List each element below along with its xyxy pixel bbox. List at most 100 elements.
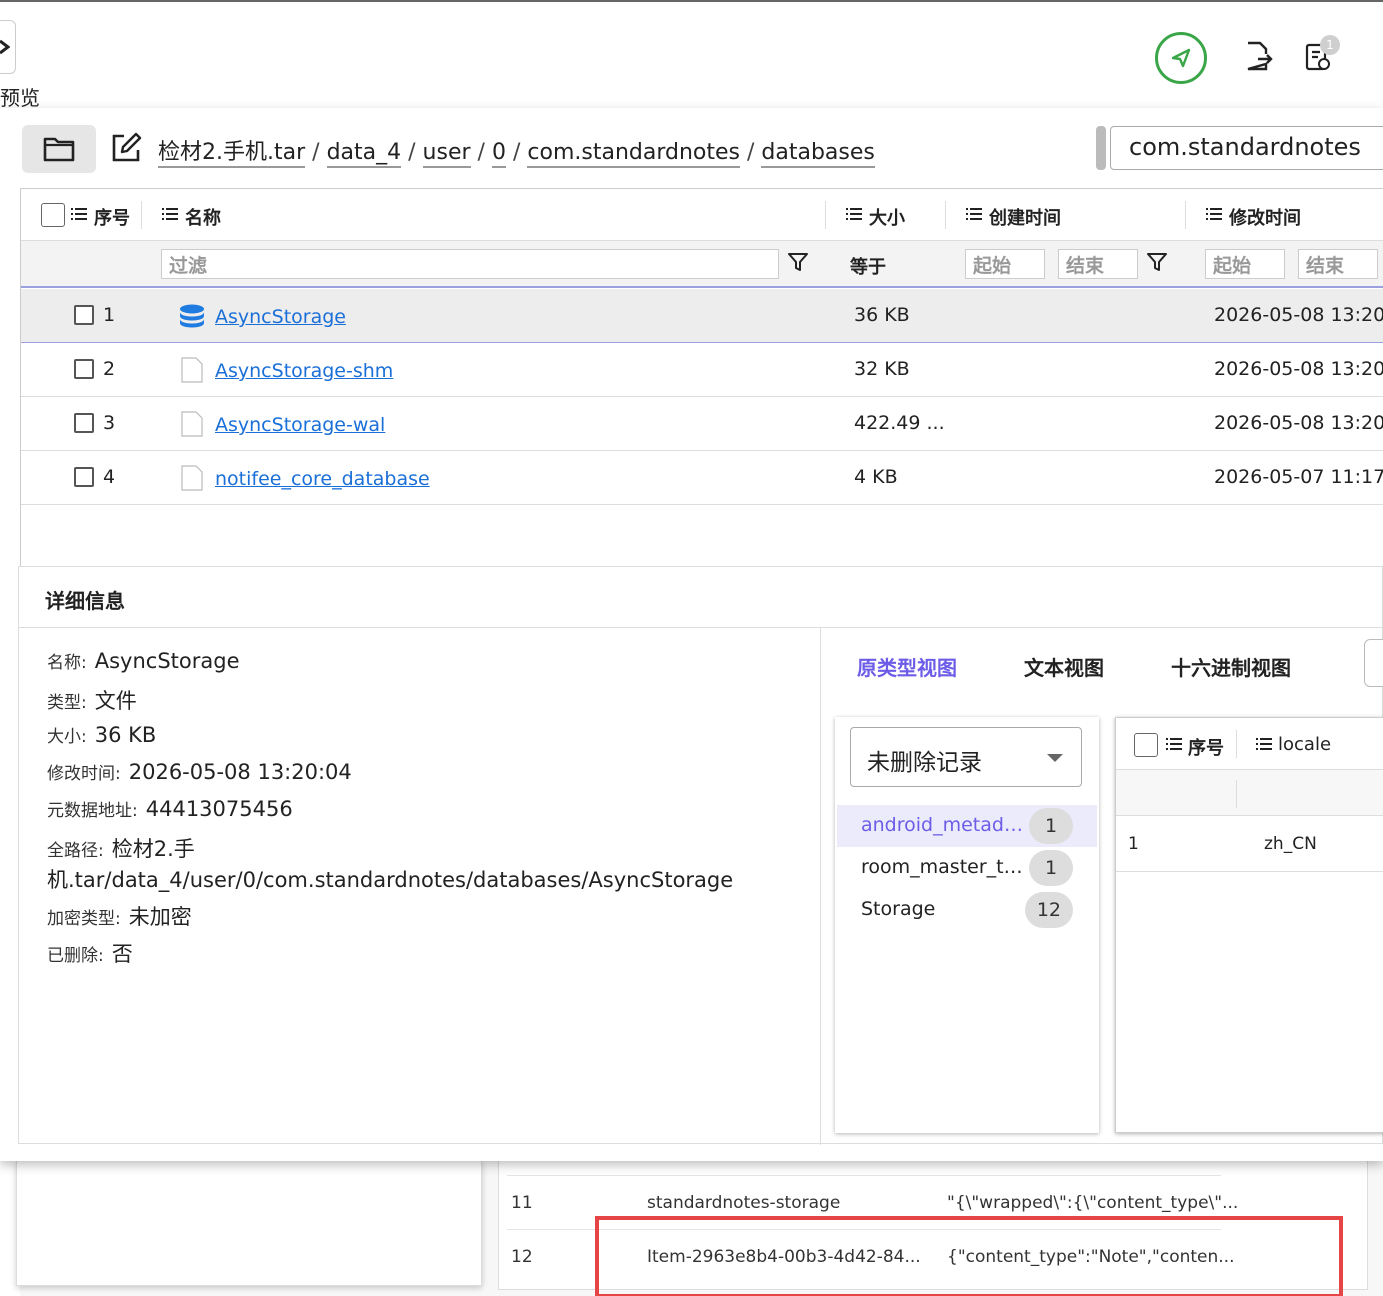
tab-hex-view[interactable]: 十六进制视图 — [1171, 652, 1291, 681]
column-header-created[interactable]: 创建时间 — [989, 204, 1061, 230]
table-list: 未删除记录 android_metada... 1 room_master_ta… — [835, 717, 1099, 1133]
file-name-link[interactable]: notifee_core_database — [215, 468, 430, 490]
created-start-input[interactable]: 起始 — [965, 249, 1045, 279]
table-row[interactable]: 3 AsyncStorage-wal 422.49 ... 2026-05-08… — [21, 397, 1383, 451]
chevron-down-icon — [1047, 754, 1063, 762]
pin-button[interactable] — [1155, 32, 1207, 84]
column-header-locale[interactable]: locale — [1278, 734, 1331, 755]
file-icon — [181, 465, 203, 491]
preview-button[interactable] — [0, 20, 16, 74]
details-panel: 详细信息 名称: AsyncStorage 类型: 文件 大小: 36 KB 修改时间… — [18, 566, 1383, 1145]
file-name-link[interactable]: AsyncStorage-shm — [215, 360, 393, 382]
eye-icon — [0, 39, 10, 55]
row-checkbox[interactable] — [74, 359, 94, 379]
table-header: 序号 名称 大小 创建时间 修改时间 — [21, 189, 1383, 241]
file-name-link[interactable]: AsyncStorage — [215, 306, 346, 328]
table-list-item[interactable]: android_metada... 1 — [837, 805, 1097, 847]
info-size: 大小: 36 KB — [47, 723, 157, 747]
column-menu-icon[interactable] — [966, 207, 982, 221]
info-mtime: 修改时间: 2026-05-08 13:20:04 — [47, 760, 352, 784]
row-checkbox[interactable] — [74, 413, 94, 433]
file-browser-panel: 检材2.手机.tar / data_4/user/0/com.standardnot… — [0, 108, 1383, 1161]
column-menu-icon[interactable] — [1166, 737, 1182, 751]
view-options-button[interactable] — [1364, 639, 1383, 687]
open-folder-button[interactable] — [22, 125, 96, 173]
edit-path-button[interactable] — [110, 132, 142, 164]
breadcrumb-item[interactable]: 检材2.手机.tar — [158, 140, 306, 168]
pin-icon — [1171, 48, 1191, 68]
tab-native-view[interactable]: 原类型视图 — [857, 652, 957, 681]
tab-text-view[interactable]: 文本视图 — [1024, 652, 1104, 681]
filter-icon[interactable] — [1145, 250, 1169, 274]
modified-start-input[interactable]: 起始 — [1205, 249, 1285, 279]
column-menu-icon[interactable] — [846, 207, 862, 221]
info-deleted: 已删除: 否 — [47, 942, 133, 966]
modified-end-input[interactable]: 结束 — [1298, 249, 1378, 279]
column-header-size[interactable]: 大小 — [869, 204, 905, 230]
column-menu-icon[interactable] — [1206, 207, 1222, 221]
file-icon — [181, 411, 203, 437]
table-row[interactable]: 1 AsyncStorage 36 KB 2026-05-08 13:20:0 — [21, 289, 1383, 343]
row-checkbox[interactable] — [74, 305, 94, 325]
filter-icon[interactable] — [786, 250, 810, 274]
table-row[interactable]: 1 zh_CN — [1116, 816, 1383, 872]
select-all-checkbox[interactable] — [41, 203, 65, 227]
count-badge: 12 — [1024, 892, 1073, 928]
table-list-item[interactable]: room_master_ta... 1 — [837, 847, 1097, 889]
count-badge: 1 — [1029, 850, 1073, 886]
notification-badge: 1 — [1320, 35, 1340, 55]
file-icon — [181, 357, 203, 383]
search-input[interactable]: com.standardnotes — [1110, 126, 1383, 170]
breadcrumb-item[interactable]: data_4 — [326, 140, 402, 168]
background-card — [16, 1160, 482, 1286]
column-header-index[interactable]: 序号 — [94, 204, 130, 230]
table-header: 序号 locale — [1116, 718, 1383, 770]
highlight-box — [595, 1216, 1343, 1296]
table-list-item[interactable]: Storage 12 — [837, 889, 1097, 931]
column-divider — [1236, 730, 1237, 758]
breadcrumb-item[interactable]: 0 — [491, 140, 506, 168]
column-menu-icon[interactable] — [1256, 737, 1272, 751]
info-path: 全路径: 检材2.手 — [47, 837, 195, 861]
record-table: 序号 locale 1 zh_CN — [1115, 717, 1383, 1133]
column-divider — [1185, 201, 1186, 229]
edit-icon — [112, 132, 142, 162]
select-all-checkbox[interactable] — [1134, 733, 1158, 757]
details-title: 详细信息 — [45, 589, 125, 613]
resize-handle[interactable] — [1096, 126, 1106, 170]
file-info: 名称: AsyncStorage 类型: 文件 大小: 36 KB 修改时间: 2026… — [19, 628, 821, 1145]
preview-label: 预览 — [0, 86, 40, 110]
column-divider — [825, 201, 826, 229]
breadcrumb-item[interactable]: com.standardnotes — [527, 140, 740, 168]
column-menu-icon[interactable] — [162, 207, 178, 221]
top-toolbar: 预览 1 — [0, 0, 1383, 110]
file-name-link[interactable]: AsyncStorage-wal — [215, 414, 385, 436]
table-row[interactable]: 2 AsyncStorage-shm 32 KB 2026-05-08 13:2… — [21, 343, 1383, 397]
size-operator[interactable]: 等于 — [850, 253, 886, 279]
database-icon — [180, 304, 204, 328]
table-row[interactable]: 4 notifee_core_database 4 KB 2026-05-07 … — [21, 451, 1383, 505]
created-end-input[interactable]: 结束 — [1058, 249, 1138, 279]
export-button[interactable] — [1240, 38, 1276, 74]
record-filter-select[interactable]: 未删除记录 — [850, 727, 1082, 787]
file-export-icon — [1247, 41, 1273, 71]
info-metadata-address: 元数据地址: 44413075456 — [47, 797, 293, 821]
column-header-modified[interactable]: 修改时间 — [1229, 204, 1301, 230]
info-encryption: 加密类型: 未加密 — [47, 905, 192, 929]
column-header-index[interactable]: 序号 — [1188, 734, 1224, 760]
folder-icon — [43, 137, 75, 162]
breadcrumb-item[interactable]: databases — [761, 140, 875, 168]
column-menu-icon[interactable] — [71, 207, 87, 221]
column-header-name[interactable]: 名称 — [185, 204, 221, 230]
info-type: 类型: 文件 — [47, 689, 137, 713]
breadcrumb-item[interactable]: user — [422, 140, 471, 168]
column-divider — [945, 201, 946, 229]
row-checkbox[interactable] — [74, 467, 94, 487]
column-divider — [141, 201, 142, 229]
info-path-cont: 机.tar/data_4/user/0/com.standardnotes/da… — [47, 868, 734, 892]
filter-row: 过滤 等于 起始 结束 起始 结束 — [21, 241, 1383, 288]
name-filter-input[interactable]: 过滤 — [161, 249, 779, 279]
breadcrumb: 检材2.手机.tar / data_4/user/0/com.standardnot… — [158, 134, 875, 168]
info-name: 名称: AsyncStorage — [47, 649, 240, 673]
count-badge: 1 — [1029, 808, 1073, 844]
